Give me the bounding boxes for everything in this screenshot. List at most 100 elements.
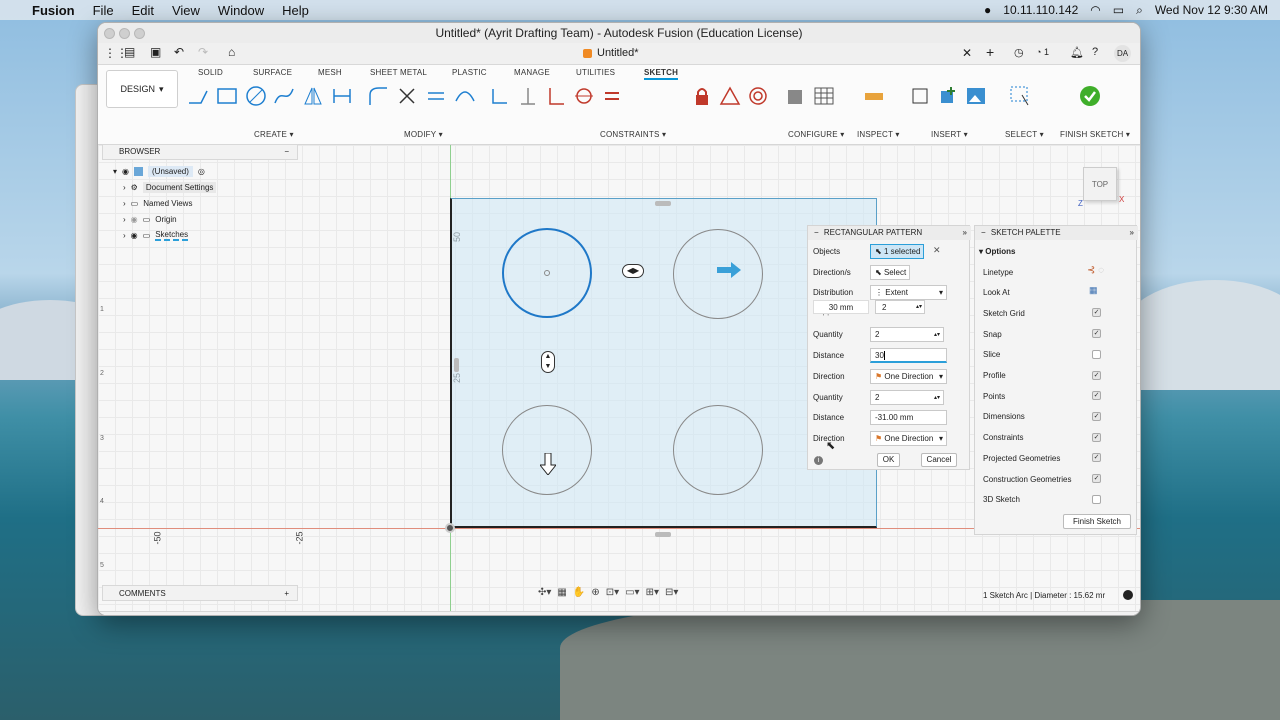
line-tool-icon[interactable]	[186, 84, 210, 108]
clear-selection-icon[interactable]: ✕	[933, 245, 941, 256]
tab-utilities[interactable]: UTILITIES	[576, 68, 615, 77]
tab-sheet-metal[interactable]: SHEET METAL	[370, 68, 427, 77]
mirror-tool-icon[interactable]	[301, 84, 325, 108]
constraint-a-icon[interactable]	[488, 84, 512, 108]
minimize-window-button[interactable]	[119, 28, 130, 39]
tab-plastic[interactable]: PLASTIC	[452, 68, 487, 77]
eye-icon[interactable]: ◉	[131, 231, 138, 240]
save-icon[interactable]: ▣	[150, 45, 161, 59]
browser-item-sketches[interactable]: › ◉ ▭ Sketches	[123, 228, 189, 242]
edge-grip-icon[interactable]	[655, 201, 671, 206]
ok-button[interactable]: OK	[877, 453, 900, 467]
look-at-icon[interactable]: ▦	[1089, 285, 1098, 296]
direction-dropdown-1[interactable]: ⚑ One Direction ▾	[870, 369, 947, 384]
look-at-nav-icon[interactable]: ▦	[557, 587, 566, 598]
search-icon[interactable]: ⌕	[1136, 3, 1143, 18]
lock-icon[interactable]	[690, 84, 714, 108]
dimension-tool-icon[interactable]	[330, 84, 354, 108]
direction-dropdown-2[interactable]: ⚑ One Direction ▾	[870, 431, 947, 446]
finish-sketch-group-label[interactable]: FINISH SKETCH ▾	[1060, 130, 1130, 139]
radio-icon[interactable]: ◎	[198, 167, 205, 176]
eye-icon[interactable]: ◉	[122, 167, 129, 176]
finish-sketch-button[interactable]: Finish Sketch	[1063, 514, 1131, 529]
palette-checkbox[interactable]: ✓	[1092, 474, 1101, 483]
pattern-down-arrow-icon[interactable]	[538, 452, 558, 476]
avatar[interactable]: DA	[1114, 45, 1131, 62]
comments-panel[interactable]: COMMENTS +	[102, 585, 298, 601]
palette-checkbox[interactable]: ✓	[1092, 391, 1101, 401]
cancel-button[interactable]: Cancel	[921, 453, 957, 467]
help-icon[interactable]: ?	[1092, 46, 1098, 58]
table-icon[interactable]	[812, 84, 836, 108]
viewports-icon[interactable]: ⊟▾	[665, 587, 678, 598]
close-tab-icon[interactable]: ✕	[962, 46, 972, 60]
sketch-circle-selected[interactable]	[502, 228, 592, 318]
redo-icon[interactable]: ↷	[198, 45, 208, 59]
tab-mesh[interactable]: MESH	[318, 68, 342, 77]
options-section[interactable]: ▾ Options	[979, 244, 1015, 258]
inspect-group-label[interactable]: INSPECT ▾	[857, 130, 900, 139]
circle-tool-icon[interactable]	[244, 84, 268, 108]
modify-group-label[interactable]: MODIFY ▾	[404, 130, 443, 139]
add-comment-icon[interactable]: +	[284, 586, 289, 601]
job-status-icon[interactable]: ◷	[1014, 46, 1024, 59]
close-window-button[interactable]	[104, 28, 115, 39]
record-icon[interactable]: ●	[984, 3, 991, 17]
browser-item-named-views[interactable]: › ▭ Named Views	[123, 196, 192, 210]
notifications-count[interactable]: ◔ 1	[1036, 47, 1049, 57]
app-menu[interactable]: Fusion	[32, 3, 75, 18]
display-settings-icon[interactable]: ▭▾	[625, 587, 639, 598]
file-icon[interactable]: ▤	[124, 45, 135, 59]
configure-icon[interactable]	[784, 84, 808, 108]
palette-checkbox[interactable]: ✓	[1092, 453, 1101, 463]
expand-icon[interactable]: ›	[123, 183, 126, 192]
pattern-direction-arrow-icon[interactable]	[717, 262, 741, 278]
rectangle-tool-icon[interactable]	[215, 84, 239, 108]
palette-checkbox[interactable]: ✓	[1092, 432, 1101, 442]
bell-icon[interactable]: 🔔︎	[1070, 46, 1084, 59]
sketch-circle-pattern[interactable]	[502, 405, 592, 495]
linetype-icon[interactable]: ⊰ ◌	[1087, 265, 1104, 276]
quantity-field-2[interactable]: 2 ▴▾	[870, 390, 944, 405]
overlay-distance-field[interactable]: 30 mm	[813, 300, 869, 314]
palette-checkbox[interactable]: ✓	[1092, 308, 1101, 318]
expand-dialog-icon[interactable]: »	[963, 226, 967, 240]
overlay-quantity-field[interactable]: 2 ▴▾	[875, 300, 925, 314]
insert-group-label[interactable]: INSERT ▾	[931, 130, 968, 139]
perpendicular-icon[interactable]	[544, 84, 568, 108]
collapse-icon[interactable]: −	[814, 228, 819, 237]
tab-sketch[interactable]: SKETCH	[644, 68, 679, 80]
spline-tool-icon[interactable]	[272, 84, 296, 108]
distance-field-1[interactable]: 30	[870, 348, 947, 363]
insert-derive-icon[interactable]	[908, 84, 932, 108]
battery-icon[interactable]: ▭	[1113, 3, 1124, 17]
insert-mesh-icon[interactable]	[936, 84, 960, 108]
triangle-icon[interactable]	[718, 84, 742, 108]
distribution-dropdown[interactable]: ⋮ Extent ▾	[870, 285, 947, 300]
browser-item-origin[interactable]: › ◉ ▭ Origin	[123, 212, 177, 226]
constraint-b-icon[interactable]	[516, 84, 540, 108]
offset-tool-icon[interactable]	[424, 84, 448, 108]
new-tab-icon[interactable]: +	[986, 44, 994, 60]
create-group-label[interactable]: CREATE ▾	[254, 130, 294, 139]
palette-checkbox[interactable]: ✓	[1092, 370, 1101, 380]
zoom-icon[interactable]: ⊕	[591, 587, 599, 598]
configure-group-label[interactable]: CONFIGURE ▾	[788, 130, 844, 139]
orbit-icon[interactable]: ✣▾	[538, 587, 551, 598]
tab-surface[interactable]: SURFACE	[253, 68, 292, 77]
vertical-handle-icon[interactable]: ▲ ▼	[541, 351, 555, 373]
fillet-tool-icon[interactable]	[366, 84, 390, 108]
menu-edit[interactable]: Edit	[132, 3, 154, 18]
quantity-field-1[interactable]: 2 ▴▾	[870, 327, 944, 342]
menu-file[interactable]: File	[93, 3, 114, 18]
undo-icon[interactable]: ↶	[174, 45, 184, 59]
finish-sketch-icon[interactable]	[1078, 84, 1102, 108]
stepper-icon[interactable]: ▴▾	[916, 301, 922, 314]
concentric-icon[interactable]	[746, 84, 770, 108]
objects-selector[interactable]: ⬉ 1 selected	[870, 244, 924, 259]
center-point[interactable]	[544, 270, 550, 276]
menu-view[interactable]: View	[172, 3, 200, 18]
palette-checkbox[interactable]	[1092, 349, 1101, 359]
edge-grip-icon[interactable]	[454, 358, 459, 372]
trim-tool-icon[interactable]	[395, 84, 419, 108]
